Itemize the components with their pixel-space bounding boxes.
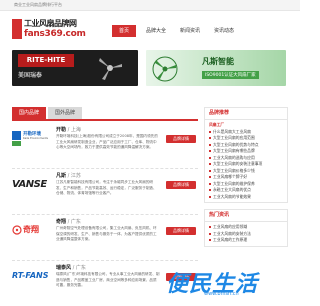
list-item-label: 工业大风扇的选购与应用 [213, 154, 255, 160]
bullet-icon [209, 150, 211, 152]
list-item-label: 工业风扇哪个牌子好 [213, 174, 248, 179]
nav-home[interactable]: 首页 [112, 25, 136, 37]
list-item-label: 工业风扇的应用领域 [213, 224, 248, 229]
brand-region: 上海 [70, 127, 81, 133]
bullet-icon [209, 143, 211, 146]
news-list: 工业风扇的应用领域 工业大风扇的安装方法 工业风扇的工作原理 [205, 222, 287, 246]
tab-domestic[interactable]: 国内品牌 [12, 107, 46, 119]
brand-title: 凡斯 / 江苏 [56, 173, 81, 179]
brand-name[interactable]: 开勒 [56, 127, 66, 133]
bullet-icon [209, 130, 211, 133]
recommend-list: 风扇工厂 什么是风扇大工业风扇 大型工业风扇的应用范围 大型工业风扇的优势与特点… [205, 120, 287, 202]
logo-domain: fans369.com [24, 29, 86, 39]
list-item-label: 大型工业风扇有哪些品牌 [213, 148, 255, 153]
watermark-logo: 便民生活 www.bmsh.cn [146, 266, 296, 298]
brand-detail-button[interactable]: 品牌详情 [166, 227, 196, 235]
brand-region: 广东 [75, 265, 86, 271]
list-item-label: 什么是风扇大工业风扇 [213, 128, 251, 134]
tab-foreign[interactable]: 国外品牌 [48, 107, 82, 119]
list-item-label: 大型工业风扇的维护保养 [213, 180, 255, 186]
fan-icon [99, 58, 122, 80]
brand-item: VANSE 凡斯 / 江苏 江苏凡斯智能科技有限公司，专注于永磁同步工业大风扇的… [12, 170, 198, 215]
site-header: 工业风扇品牌网 fans369.com 首页 品牌大全 新闻资讯 资讯动态 [0, 11, 300, 47]
list-item-label: 大型工业风扇的安装注意事项 [213, 161, 263, 166]
banner-subtitle: ISO9001认证大风扇厂家 [202, 71, 259, 79]
brand-title: 开勒 / 上海 [56, 127, 81, 133]
nav-brands[interactable]: 品牌大全 [140, 25, 172, 37]
brand-description: 江苏凡斯智能科技有限公司，专注于永磁同步工业大风扇的研发、生产和销售，产品节能高… [56, 180, 157, 196]
industrial-fan-icon [152, 56, 178, 82]
vanse-logo-text: VANSE [12, 179, 47, 190]
list-item-label: 风扇工厂 [209, 122, 225, 127]
brand-name[interactable]: 凡斯 [56, 173, 66, 179]
brand-name[interactable]: 奇翔 [56, 219, 66, 225]
brand-detail-button[interactable]: 品牌详情 [166, 135, 196, 143]
qixiang-fan-icon [12, 225, 22, 235]
list-item-label: 工业大风扇的安装方法 [213, 230, 251, 236]
rtfans-logo-text: RT-FANS [12, 271, 49, 280]
qixiang-logo-text: 奇翔 [23, 225, 39, 234]
brand-description: 广州奇翔空气处理设备有限公司，集工业大风扇、负压风机、环保空调的研发、生产、销售… [56, 226, 157, 242]
banner-subtitle: 美国瑞泰 [18, 72, 43, 79]
brand-detail-button[interactable]: 品牌详情 [166, 181, 196, 189]
top-bar: 商业工业风扇品牌排行平台 [0, 0, 300, 11]
list-item-label: 大型工业风扇的应用范围 [213, 135, 255, 140]
bullet-icon [209, 182, 211, 185]
bullet-icon [209, 232, 211, 235]
nav-updates[interactable]: 资讯动态 [208, 25, 240, 37]
bullet-icon [209, 195, 211, 198]
bullet-icon [209, 176, 211, 178]
list-item-label: 永磁工业大风扇的优点 [213, 187, 251, 192]
list-item[interactable]: 工业风扇的工作原理 [209, 237, 283, 244]
banner-brand: RITE-HITE [18, 54, 74, 67]
brand-title: 瑞泰风 / 广东 [56, 265, 86, 271]
panel-title: 品牌推荐 [205, 108, 287, 120]
logo-mark-icon [12, 19, 22, 39]
banner-rite-hite[interactable]: RITE-HITE 美国瑞泰 [12, 50, 138, 86]
list-item-label: 大型工业风扇价格多少钱 [213, 167, 255, 173]
bullet-icon [209, 239, 211, 241]
brand-name[interactable]: 瑞泰风 [56, 265, 71, 271]
brand-description: 开勒环境科技(上海)股份有限公司成立于2008年，是国内领先的工业大风扇研发制造… [56, 134, 158, 150]
panel-title: 热门资讯 [205, 210, 287, 222]
banner-title: 凡斯智能 [202, 57, 234, 66]
banner-vanse[interactable]: 凡斯智能 ISO9001认证大风扇厂家 [146, 50, 286, 86]
top-bar-text: 商业工业风扇品牌排行平台 [14, 2, 62, 7]
site-logo[interactable]: 工业风扇品牌网 fans369.com [12, 17, 86, 43]
sidebar-panel-news: 热门资讯 工业风扇的应用领域 工业大风扇的安装方法 工业风扇的工作原理 [204, 209, 288, 247]
brand-region: 广东 [70, 219, 81, 225]
brand-tabs: 国内品牌 国外品牌 [12, 107, 198, 121]
brand-region: 江苏 [70, 173, 81, 179]
bullet-icon [209, 169, 211, 172]
sidebar: 品牌推荐 风扇工厂 什么是风扇大工业风扇 大型工业风扇的应用范围 大型工业风扇的… [204, 107, 288, 253]
nav-news[interactable]: 新闻资讯 [174, 25, 206, 37]
brand-description: 瑞泰风(广东)环境科技有限公司，专业从事工业大风扇的研发、制造与销售，产品覆盖工… [56, 272, 160, 288]
logo-title: 工业风扇品牌网 [24, 19, 77, 28]
bullet-icon [209, 189, 211, 191]
list-item-label: 大型工业风扇的优势与特点 [213, 141, 259, 147]
watermark-url: www.bmsh.cn [204, 291, 239, 297]
list-item[interactable]: 工业大风扇的节能效果 [209, 194, 283, 201]
brand-title: 奇翔 / 广东 [56, 219, 81, 225]
bullet-icon [209, 163, 211, 165]
brand-logo-sub: Kaile Environments [23, 137, 49, 140]
bullet-icon [209, 137, 211, 139]
bullet-icon [209, 156, 211, 159]
list-item-label: 工业风扇的工作原理 [213, 237, 248, 242]
sidebar-panel-recommend: 品牌推荐 风扇工厂 什么是风扇大工业风扇 大型工业风扇的应用范围 大型工业风扇的… [204, 107, 288, 203]
list-item-label: 工业大风扇的节能效果 [213, 193, 251, 199]
brand-item: 开勒环境 Kaile Environments 开勒 / 上海 开勒环境科技(上… [12, 124, 198, 169]
brand-item: 奇翔 奇翔 / 广东 广州奇翔空气处理设备有限公司，集工业大风扇、负压风机、环保… [12, 216, 198, 261]
bullet-icon [209, 226, 211, 228]
